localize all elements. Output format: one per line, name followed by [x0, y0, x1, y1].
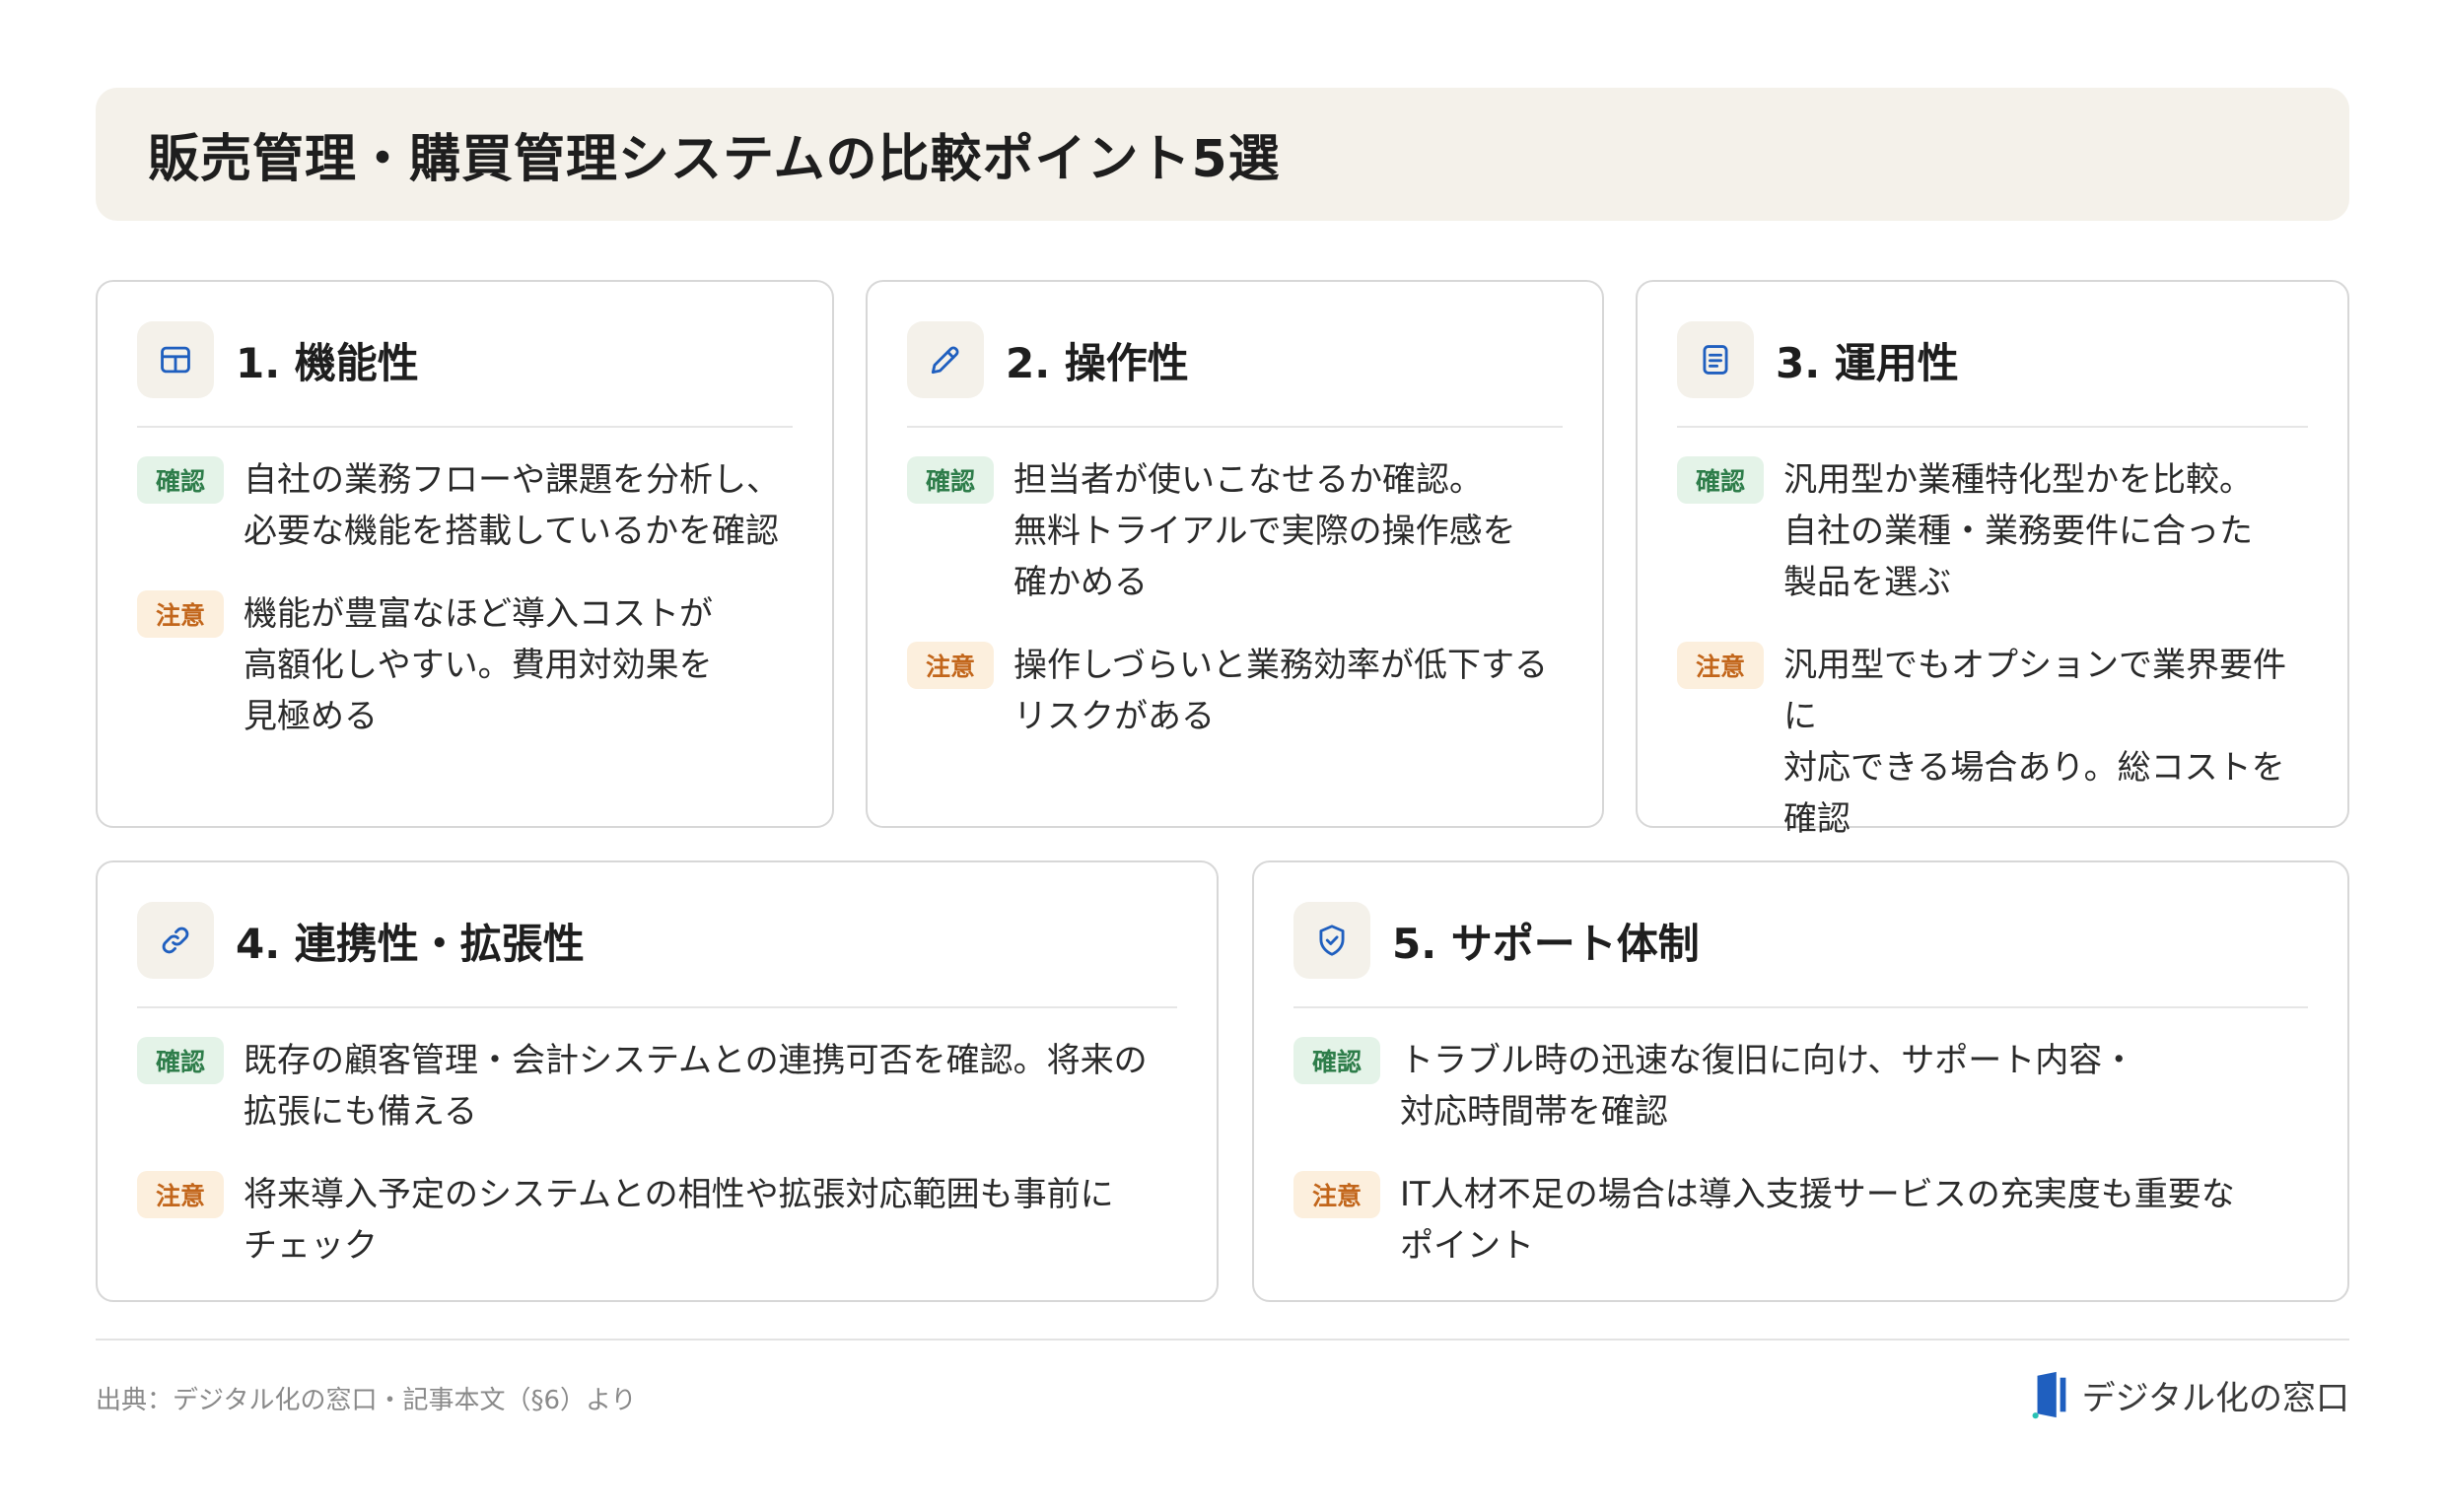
card-header: 2. 操作性 [907, 321, 1563, 428]
card-body: 確認 担当者が使いこなせるか確認。 無料トライアルで実際の操作感を 確かめる 注… [907, 454, 1572, 774]
page-title: 販売管理・購買管理システムの比較ポイント5選 [148, 130, 1281, 189]
caution-badge: 注意 [1293, 1171, 1380, 1218]
confirm-text: 汎用型か業種特化型かを比較。 自社の業種・業務要件に合った 製品を選ぶ [1783, 460, 2253, 602]
card-support: 5. サポート体制 確認 トラブル時の迅速な復旧に向け、サポート内容・ 対応時間… [1252, 860, 2349, 1302]
card-header: 1. 機能性 [137, 321, 793, 428]
card-body: 確認 自社の業務フローや課題を分析し、 必要な機能を搭載しているかを確認 注意 … [137, 454, 803, 774]
card-body: 確認 トラブル時の迅速な復旧に向け、サポート内容・ 対応時間帯を確認 注意 IT… [1293, 1035, 2318, 1303]
card-title: 5. サポート体制 [1392, 919, 1700, 968]
card-body: 確認 既存の顧客管理・会計システムとの連携可否を確認。将来の 拡張にも備える 注… [137, 1035, 1187, 1303]
confirm-text: 担当者が使いこなせるか確認。 無料トライアルで実際の操作感を 確かめる [1013, 460, 1516, 602]
confirm-row: 確認 汎用型か業種特化型かを比較。 自社の業種・業務要件に合った 製品を選ぶ [1677, 454, 2318, 608]
card-title: 4. 連携性・拡張性 [236, 919, 585, 968]
card-integration: 4. 連携性・拡張性 確認 既存の顧客管理・会計システムとの連携可否を確認。将来… [96, 860, 1219, 1302]
card-body: 確認 汎用型か業種特化型かを比較。 自社の業種・業務要件に合った 製品を選ぶ 注… [1677, 454, 2318, 876]
confirm-row: 確認 既存の顧客管理・会計システムとの連携可否を確認。将来の 拡張にも備える [137, 1035, 1187, 1137]
caution-badge: 注意 [1677, 642, 1764, 689]
caution-row: 注意 汎用型でもオプションで業界要件に 対応できる場合あり。総コストを 確認 [1677, 640, 2318, 845]
caution-row: 注意 機能が豊富なほど導入コストが 高額化しやすい。費用対効果を 見極める [137, 588, 803, 742]
confirm-badge: 確認 [1293, 1037, 1380, 1084]
confirm-badge: 確認 [137, 1037, 224, 1084]
title-banner: 販売管理・購買管理システムの比較ポイント5選 [96, 88, 2349, 221]
caution-text: 将来導入予定のシステムとの相性や拡張対応範囲も事前に チェック [244, 1175, 1114, 1266]
confirm-badge: 確認 [137, 456, 224, 504]
card-header: 3. 運用性 [1677, 321, 2308, 428]
caution-badge: 注意 [137, 590, 224, 638]
confirm-text: トラブル時の迅速な復旧に向け、サポート内容・ 対応時間帯を確認 [1400, 1041, 2136, 1132]
caution-row: 注意 将来導入予定のシステムとの相性や拡張対応範囲も事前に チェック [137, 1169, 1187, 1271]
confirm-row: 確認 トラブル時の迅速な復旧に向け、サポート内容・ 対応時間帯を確認 [1293, 1035, 2318, 1137]
pencil-icon [907, 321, 984, 398]
caution-text: 汎用型でもオプションで業界要件に 対応できる場合あり。総コストを 確認 [1783, 646, 2286, 839]
confirm-badge: 確認 [907, 456, 994, 504]
confirm-text: 自社の業務フローや課題を分析し、 必要な機能を搭載しているかを確認 [244, 460, 780, 551]
card-title: 3. 運用性 [1776, 338, 1959, 387]
caution-badge: 注意 [137, 1171, 224, 1218]
link-icon [137, 902, 214, 979]
confirm-badge: 確認 [1677, 456, 1764, 504]
confirm-row: 確認 担当者が使いこなせるか確認。 無料トライアルで実際の操作感を 確かめる [907, 454, 1572, 608]
brand-logo: デジタル化の窓口 [2031, 1370, 2349, 1419]
confirm-row: 確認 自社の業務フローや課題を分析し、 必要な機能を搭載しているかを確認 [137, 454, 803, 557]
caution-badge: 注意 [907, 642, 994, 689]
caution-row: 注意 操作しづらいと業務効率が低下する リスクがある [907, 640, 1572, 742]
door-icon [2032, 1371, 2066, 1419]
caution-text: 機能が豊富なほど導入コストが 高額化しやすい。費用対効果を 見極める [244, 594, 713, 736]
card-header: 4. 連携性・拡張性 [137, 902, 1177, 1008]
card-title: 2. 操作性 [1006, 338, 1189, 387]
confirm-text: 既存の顧客管理・会計システムとの連携可否を確認。将来の 拡張にも備える [244, 1041, 1148, 1132]
table-icon [137, 321, 214, 398]
caution-text: 操作しづらいと業務効率が低下する リスクがある [1013, 646, 1548, 736]
source-note: 出典：デジタル化の窓口・記事本文（§6）より [96, 1386, 637, 1415]
card-header: 5. サポート体制 [1293, 902, 2308, 1008]
card-operability: 3. 運用性 確認 汎用型か業種特化型かを比較。 自社の業種・業務要件に合った … [1636, 280, 2349, 839]
infographic-page: 販売管理・購買管理システムの比較ポイント5選 1. 機能性 確認 自社の業務フロ… [0, 0, 2445, 1512]
caution-text: IT人材不足の場合は導入支援サービスの充実度も重要な ポイント [1400, 1175, 2235, 1266]
card-usability: 2. 操作性 確認 担当者が使いこなせるか確認。 無料トライアルで実際の操作感を… [866, 280, 1604, 828]
card-title: 1. 機能性 [236, 338, 419, 387]
footer-divider [96, 1339, 2349, 1340]
card-functionality: 1. 機能性 確認 自社の業務フローや課題を分析し、 必要な機能を搭載しているか… [96, 280, 834, 828]
shield-check-icon [1293, 902, 1370, 979]
document-icon [1677, 321, 1754, 398]
brand-name: デジタル化の窓口 [2081, 1378, 2349, 1418]
caution-row: 注意 IT人材不足の場合は導入支援サービスの充実度も重要な ポイント [1293, 1169, 2318, 1271]
